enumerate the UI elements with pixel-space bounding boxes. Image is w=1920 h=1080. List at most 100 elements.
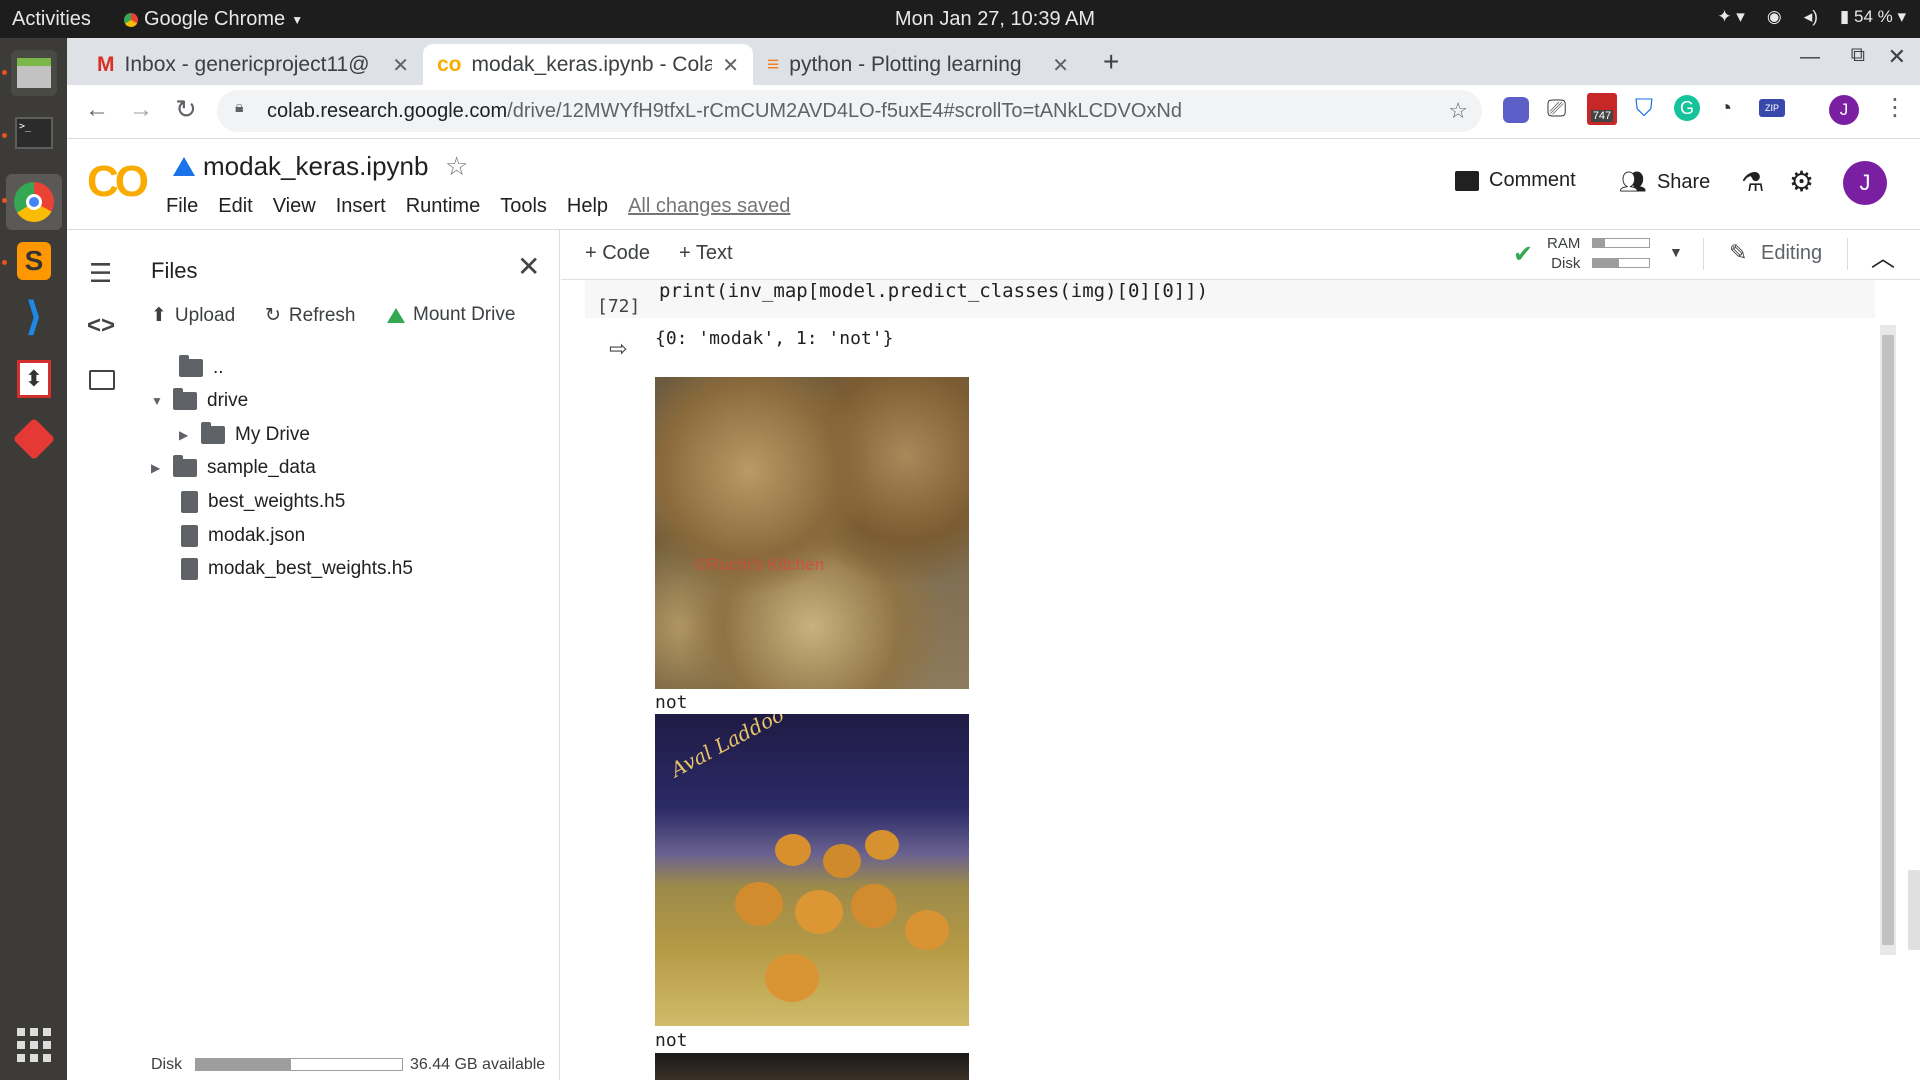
star-icon[interactable]: ☆ (445, 151, 468, 182)
chrome-menu-icon[interactable]: ⋮ (1883, 93, 1907, 122)
code-snippets-icon[interactable]: <> (87, 312, 115, 340)
tree-file[interactable]: best_weights.h5 (181, 491, 345, 513)
extension-meet-icon[interactable] (1503, 97, 1529, 123)
menu-help[interactable]: Help (567, 195, 608, 218)
accessibility-icon[interactable]: ✦ ▾ (1717, 7, 1745, 27)
grammarly-icon[interactable]: G (1674, 95, 1700, 121)
collapse-header-icon[interactable]: ︿ (1871, 238, 1895, 273)
clock[interactable]: Mon Jan 27, 10:39 AM (0, 8, 1920, 31)
refresh-button[interactable]: ↻ Refresh (265, 304, 355, 327)
close-tab-icon[interactable]: ✕ (1052, 53, 1069, 78)
disk-usage-bar (195, 1058, 403, 1071)
colab-icon: co (437, 52, 462, 76)
tab-colab[interactable]: co modak_keras.ipynb - Colab ✕ (423, 44, 753, 85)
menu-view[interactable]: View (273, 195, 316, 218)
extension-link-icon[interactable]: ⎚ (1547, 95, 1566, 123)
extension-shield-icon[interactable]: ⛉ (1635, 95, 1653, 123)
files-app-icon[interactable] (11, 50, 57, 96)
chrome-dock-icon[interactable] (6, 174, 62, 230)
menu-edit[interactable]: Edit (218, 195, 252, 218)
dock: >_ S ⟩ ⬍ (0, 38, 67, 1080)
reload-icon[interactable]: ↻ (175, 94, 197, 125)
output-actions-icon[interactable]: ⇨ (609, 336, 627, 362)
back-icon[interactable]: ← (85, 96, 109, 124)
battery-percent: 54 % (1853, 7, 1893, 26)
add-text-button[interactable]: + Text (679, 242, 733, 265)
close-tab-icon[interactable]: ✕ (392, 53, 409, 78)
forward-icon[interactable]: → (129, 96, 153, 124)
extension-badge-icon[interactable]: 747 (1587, 93, 1617, 125)
notebook-title[interactable]: modak_keras.ipynb (203, 151, 428, 182)
files-folder-icon[interactable] (89, 370, 115, 390)
tab-label: modak_keras.ipynb - Colab (471, 52, 712, 76)
git-app-icon[interactable] (11, 416, 57, 462)
minimize-button[interactable]: — (1800, 46, 1820, 69)
colab-logo[interactable]: CO (87, 157, 149, 207)
tree-drive[interactable]: ▼ drive (151, 388, 248, 412)
volume-icon[interactable]: ◂) (1804, 7, 1818, 27)
tree-my-drive[interactable]: ▶ My Drive (179, 422, 310, 446)
address-bar[interactable]: 🔒︎ colab.research.google.com/drive/12MWY… (217, 90, 1482, 132)
sublime-text-icon[interactable]: S (11, 238, 57, 284)
share-button[interactable]: 👥︎ Share (1619, 169, 1710, 195)
file-icon (181, 558, 198, 580)
tree-file[interactable]: modak_best_weights.h5 (181, 558, 413, 580)
new-tab-button[interactable]: + (1103, 46, 1119, 78)
divider (1703, 238, 1704, 270)
system-top-bar: Activities Google Chrome ▼ Mon Jan 27, 1… (0, 0, 1920, 38)
extension-zip-icon[interactable]: ZIP (1759, 99, 1785, 117)
software-updater-icon[interactable]: ⬍ (11, 356, 57, 402)
prediction-image-2: Aval Laddoo (655, 714, 969, 1026)
tree-sample-data[interactable]: ▶ sample_data (151, 455, 316, 479)
account-avatar[interactable]: J (1843, 161, 1887, 205)
mount-drive-button[interactable]: Mount Drive (387, 304, 515, 326)
tree-parent[interactable]: .. (179, 355, 224, 379)
upload-button[interactable]: ⬆ Upload (151, 304, 235, 327)
code-cell[interactable]: print(inv_map[model.predict_classes(img)… (585, 280, 1875, 318)
comment-button[interactable]: Comment (1455, 169, 1576, 192)
menu-tools[interactable]: Tools (500, 195, 547, 218)
save-status[interactable]: All changes saved (628, 195, 790, 218)
close-tab-icon[interactable]: ✕ (722, 53, 739, 78)
add-code-button[interactable]: + Code (585, 242, 650, 265)
url-host: colab.research.google.com (267, 99, 508, 122)
bookmark-star-icon[interactable]: ☆ (1448, 98, 1468, 124)
close-window-button[interactable]: ✕ (1888, 44, 1906, 70)
menu-runtime[interactable]: Runtime (406, 195, 480, 218)
mount-label: Mount Drive (413, 304, 516, 325)
terminal-icon[interactable]: >_ (11, 110, 57, 156)
tab-stackoverflow[interactable]: ≡ python - Plotting learning ✕ (753, 44, 1083, 85)
menu-insert[interactable]: Insert (336, 195, 386, 218)
tree-label: sample_data (207, 457, 316, 478)
output-scrollbar[interactable] (1880, 325, 1896, 955)
resource-monitor[interactable]: RAM Disk (1547, 234, 1580, 274)
code-line[interactable]: print(inv_map[model.predict_classes(img)… (659, 280, 1208, 302)
editing-mode-button[interactable]: Editing (1761, 242, 1822, 265)
page-scrollbar[interactable] (1908, 870, 1920, 950)
scrollbar-thumb[interactable] (1882, 335, 1894, 945)
menu-file[interactable]: File (166, 195, 198, 218)
tab-strip: M Inbox - genericproject11@ ✕ co modak_k… (67, 38, 1920, 85)
battery-indicator[interactable]: ▮ 54 % ▾ (1840, 7, 1906, 27)
maximize-button[interactable]: ⧉ (1851, 44, 1865, 67)
vscode-icon[interactable]: ⟩ (11, 294, 57, 340)
settings-gear-icon[interactable]: ⚙ (1789, 165, 1814, 198)
tab-gmail[interactable]: M Inbox - genericproject11@ ✕ (83, 44, 423, 85)
files-panel: Files ✕ ⬆ Upload ↻ Refresh Mount Drive .. … (133, 230, 560, 1080)
extension-gauge-icon[interactable]: ◔ (1719, 95, 1732, 121)
wifi-icon[interactable]: ◉ (1767, 7, 1782, 27)
lab-flask-icon[interactable]: ⚗ (1741, 167, 1764, 198)
omnibar: ← → ↻ 🔒︎ colab.research.google.com/drive… (67, 85, 1920, 139)
url-path: /drive/12MWYfH9tfxL-rCmCUM2AVD4LO-f5uxE4… (507, 99, 1182, 122)
close-panel-icon[interactable]: ✕ (517, 250, 540, 283)
tree-file[interactable]: modak.json (181, 525, 305, 547)
runtime-dropdown-icon[interactable]: ▼ (1669, 244, 1683, 260)
table-of-contents-icon[interactable]: ☰ (89, 258, 112, 289)
refresh-label: Refresh (288, 304, 356, 326)
ram-bar (1592, 238, 1650, 248)
notebook-toolbar: + Code + Text ✔ RAM Disk ▼ ✎ Editing ︿ (561, 230, 1920, 280)
refresh-icon: ↻ (265, 305, 281, 326)
profile-avatar[interactable]: J (1829, 95, 1859, 125)
show-applications-icon[interactable] (11, 1022, 57, 1068)
file-icon (181, 525, 198, 547)
